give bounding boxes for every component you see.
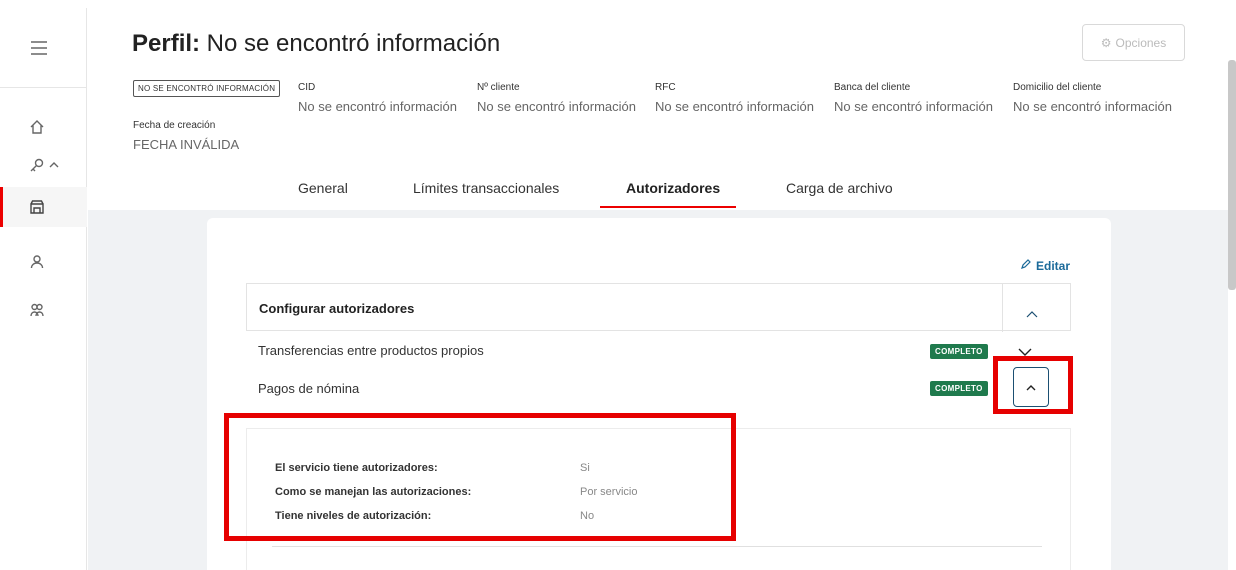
options-label: Opciones (1115, 35, 1167, 50)
edit-label: Editar (1036, 258, 1071, 273)
tab-general[interactable]: General (298, 180, 348, 196)
divider (1002, 284, 1003, 332)
section-title: Configurar autorizadores (259, 301, 415, 316)
page-title: Perfil: No se encontró información (132, 30, 501, 57)
highlight-box-details (224, 413, 736, 541)
row-label-transfers: Transferencias entre productos propios (258, 343, 484, 358)
rfc-label: RFC (655, 82, 676, 93)
store-icon[interactable] (0, 187, 87, 227)
home-icon[interactable] (0, 107, 87, 147)
client-number-label: Nº cliente (477, 82, 520, 93)
chevron-up-icon[interactable] (1022, 304, 1042, 324)
app-root: Perfil: No se encontró información ⚙ Opc… (0, 0, 1236, 570)
pencil-icon (1020, 258, 1032, 273)
edit-button[interactable]: Editar (1020, 258, 1070, 273)
status-badge-payroll: COMPLETO (930, 381, 988, 396)
tab-limits[interactable]: Límites transaccionales (413, 180, 559, 196)
cid-value: No se encontró información (298, 99, 457, 114)
active-tab-indicator (600, 206, 736, 208)
address-label: Domicilio del cliente (1013, 82, 1102, 93)
created-label: Fecha de creación (133, 120, 216, 131)
scrollbar[interactable] (1228, 60, 1236, 290)
sidebar (0, 8, 87, 570)
bank-label: Banca del cliente (834, 82, 911, 93)
gear-icon: ⚙ (1100, 35, 1112, 50)
key-icon[interactable] (0, 145, 87, 185)
row-label-payroll: Pagos de nómina (258, 381, 360, 396)
options-button[interactable]: ⚙ Opciones (1082, 24, 1185, 61)
user-icon[interactable] (0, 242, 87, 282)
created-value: FECHA INVÁLIDA (133, 137, 240, 152)
bank-value: No se encontró información (834, 99, 993, 114)
users-icon[interactable] (0, 290, 87, 330)
status-badge-transfers: COMPLETO (930, 344, 988, 359)
client-number-value: No se encontró información (477, 99, 636, 114)
status-badge: NO SE ENCONTRÓ INFORMACIÓN (133, 80, 281, 97)
profile-header: Perfil: No se encontró información ⚙ Opc… (88, 0, 1228, 210)
tab-file-upload[interactable]: Carga de archivo (786, 180, 893, 196)
divider (272, 546, 1042, 547)
tab-authorizers[interactable]: Autorizadores (626, 180, 720, 196)
highlight-box-button (993, 356, 1073, 414)
configure-authorizers-header[interactable]: Configurar autorizadores (246, 283, 1071, 332)
cid-label: CID (298, 82, 316, 93)
address-value: No se encontró información (1013, 99, 1172, 114)
menu-icon[interactable] (0, 28, 87, 68)
rfc-value: No se encontró información (655, 99, 814, 114)
